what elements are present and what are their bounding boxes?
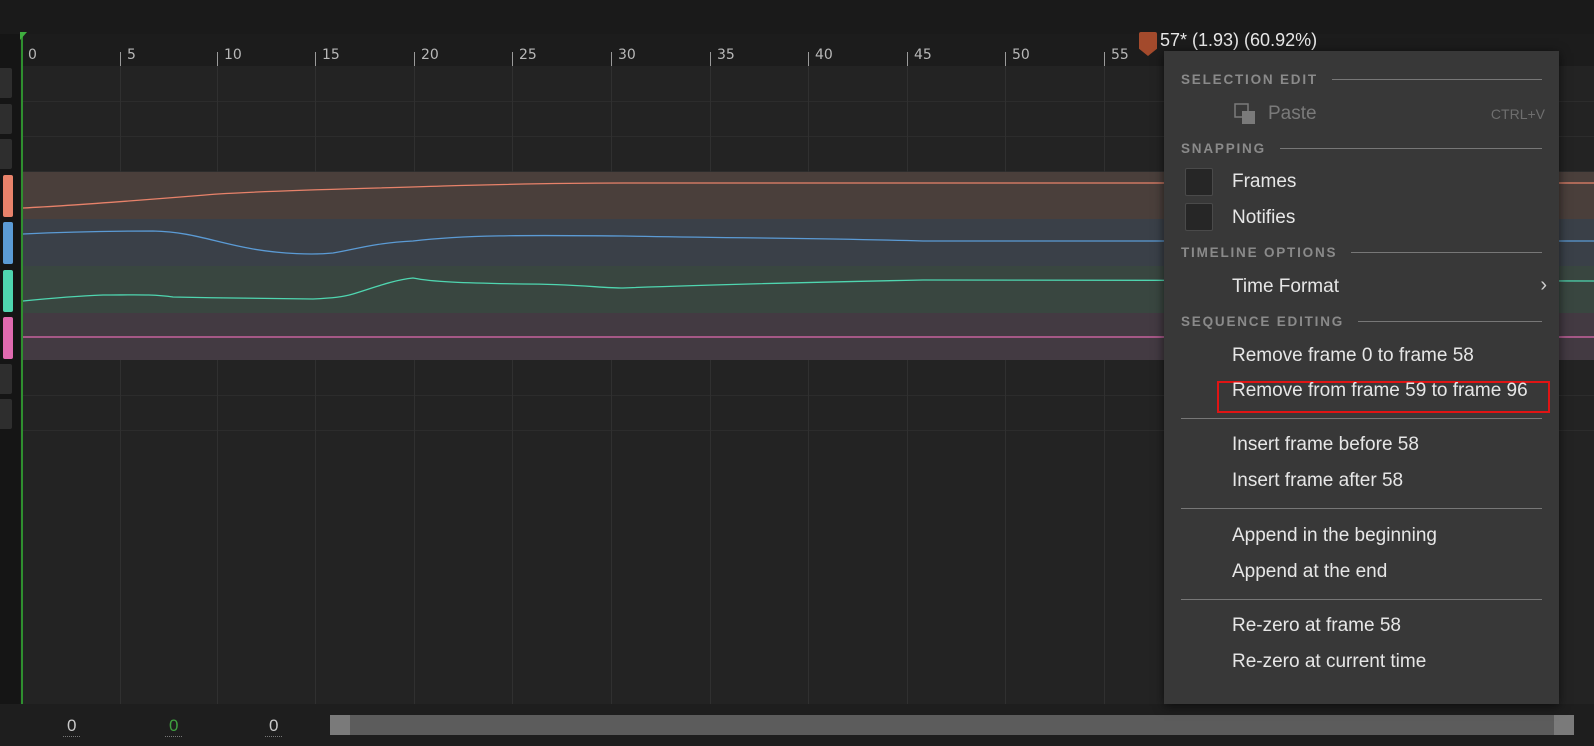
- paste-shortcut: CTRL+V: [1490, 106, 1545, 122]
- insert-after-menu-item[interactable]: Insert frame after 58: [1232, 470, 1403, 492]
- menu-separator: [1181, 508, 1542, 509]
- track-handle[interactable]: [0, 139, 12, 169]
- timeline-scrollbar[interactable]: [330, 715, 1574, 735]
- ruler-tick-label: 35: [717, 47, 735, 63]
- start-frame-field[interactable]: 0: [63, 716, 81, 737]
- menu-separator: [1181, 599, 1542, 600]
- ruler-tick-label: 55: [1111, 47, 1129, 63]
- context-menu: SELECTION EDIT Paste CTRL+V SNAPPING Fra…: [1164, 51, 1559, 704]
- append-beginning-menu-item[interactable]: Append in the beginning: [1232, 525, 1437, 547]
- scrollbar-left-handle[interactable]: [330, 715, 350, 735]
- scrollbar-thumb[interactable]: [330, 715, 1574, 735]
- current-frame-field[interactable]: 0: [165, 716, 183, 737]
- ruler-tick-label: 45: [914, 47, 932, 63]
- notifies-label[interactable]: Notifies: [1232, 207, 1295, 229]
- section-sequence-editing: SEQUENCE EDITING: [1181, 311, 1542, 331]
- ruler-tick-label: 40: [815, 47, 833, 63]
- menu-separator: [1181, 418, 1542, 419]
- ruler-tick-label: 10: [224, 47, 242, 63]
- append-end-menu-item[interactable]: Append at the end: [1232, 561, 1387, 583]
- ruler-tick-label: 5: [127, 47, 136, 63]
- rezero-current-menu-item[interactable]: Re-zero at current time: [1232, 651, 1426, 673]
- ruler-tick-label: 50: [1012, 47, 1030, 63]
- paste-menu-item[interactable]: Paste CTRL+V: [1164, 97, 1559, 131]
- track-color-blue[interactable]: [3, 222, 13, 264]
- section-selection-edit: SELECTION EDIT: [1181, 69, 1542, 89]
- playhead-label: 57* (1.93) (60.92%): [1160, 30, 1318, 50]
- track-left-strip: *: [0, 34, 20, 704]
- paste-icon: [1234, 103, 1255, 124]
- remove-after-menu-item[interactable]: Remove from frame 59 to frame 96: [1232, 380, 1528, 402]
- ruler-tick-label: 20: [421, 47, 439, 63]
- section-snapping: SNAPPING: [1181, 138, 1542, 158]
- track-handle[interactable]: [0, 104, 12, 134]
- track-color-teal[interactable]: [3, 270, 13, 312]
- chevron-right-icon: ›: [1540, 274, 1547, 296]
- rezero-frame-menu-item[interactable]: Re-zero at frame 58: [1232, 615, 1401, 637]
- notifies-checkbox[interactable]: [1185, 203, 1213, 231]
- time-format-menu-item[interactable]: Time Format: [1232, 276, 1339, 298]
- track-handle[interactable]: [0, 399, 12, 429]
- ruler-tick-label: 0: [28, 47, 37, 63]
- track-color-pink[interactable]: [3, 317, 13, 359]
- end-frame-field[interactable]: 0: [265, 716, 283, 737]
- frames-checkbox[interactable]: [1185, 168, 1213, 196]
- track-color-orange[interactable]: [3, 175, 13, 217]
- section-timeline-options: TIMELINE OPTIONS: [1181, 242, 1542, 262]
- frames-label[interactable]: Frames: [1232, 171, 1296, 193]
- scrollbar-right-handle[interactable]: [1554, 715, 1574, 735]
- ruler-tick-label: 15: [322, 47, 340, 63]
- top-bar: [0, 0, 1594, 34]
- start-marker[interactable]: [20, 32, 27, 40]
- remove-before-menu-item[interactable]: Remove frame 0 to frame 58: [1232, 345, 1474, 367]
- insert-before-menu-item[interactable]: Insert frame before 58: [1232, 434, 1419, 456]
- paste-label: Paste: [1268, 103, 1317, 124]
- ruler-tick-label: 30: [618, 47, 636, 63]
- track-handle[interactable]: [0, 364, 12, 394]
- track-handle[interactable]: [0, 68, 12, 98]
- ruler-tick-label: 25: [519, 47, 537, 63]
